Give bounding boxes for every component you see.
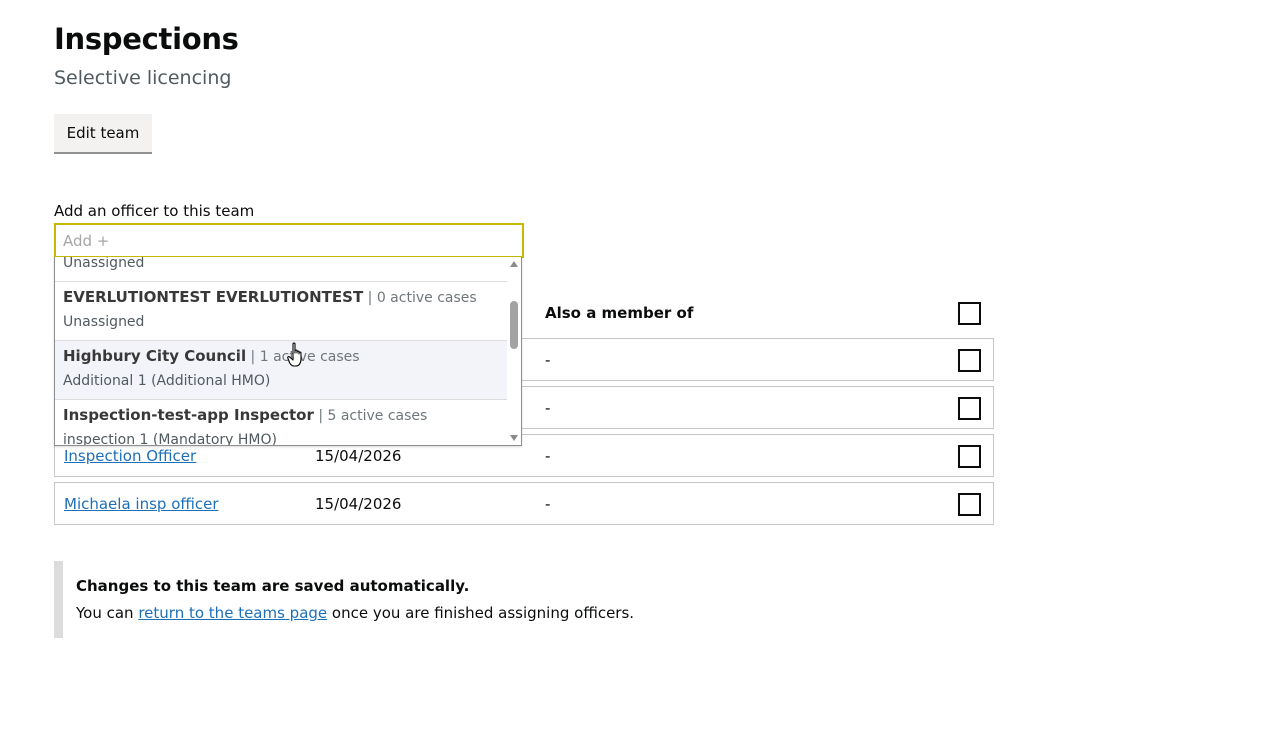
option-team: Additional 1 (Additional HMO) (63, 373, 271, 389)
edit-team-button[interactable]: Edit team (54, 114, 152, 152)
table-row: Michaela insp officer 15/04/2026 - (54, 482, 994, 525)
option-title: Inspection-test-app Inspector | 5 active… (63, 406, 428, 424)
autosave-heading: Changes to this team are saved automatic… (76, 577, 470, 595)
option-team: Unassigned (63, 314, 145, 330)
hand-pointer-icon (287, 342, 302, 367)
option-active-cases: 0 active cases (376, 290, 477, 306)
return-to-teams-link[interactable]: return to the teams page (138, 604, 327, 622)
autosave-notice: Changes to this team are saved automatic… (54, 561, 663, 638)
option-active-cases: 5 active cases (327, 408, 428, 424)
also-member-value: - (545, 399, 551, 417)
dropdown-scrollbar[interactable] (507, 257, 521, 445)
officer-option[interactable]: Inspection-test-app Inspector | 5 active… (55, 400, 507, 446)
option-officer-name: EVERLUTIONTEST EVERLUTIONTEST (63, 288, 364, 306)
officer-option[interactable]: EVERLUTIONTEST EVERLUTIONTEST | 0 active… (55, 282, 507, 341)
option-title: Highbury City Council | 1 active cases (63, 347, 360, 365)
option-title: EVERLUTIONTEST EVERLUTIONTEST | 0 active… (63, 288, 477, 306)
row-checkbox[interactable] (958, 397, 981, 420)
scrollbar-thumb[interactable] (510, 301, 518, 349)
row-checkbox[interactable] (958, 493, 981, 516)
column-header-also-member: Also a member of (545, 304, 694, 322)
row-checkbox[interactable] (958, 349, 981, 372)
scroll-down-arrow-icon[interactable] (510, 435, 518, 441)
also-member-value: - (545, 495, 551, 513)
option-team: inspection 1 (Mandatory HMO) (63, 432, 277, 446)
officer-name-link[interactable]: Inspection Officer (64, 447, 196, 465)
autosave-text: You can return to the teams page once yo… (76, 604, 634, 622)
autosave-text-after: once you are finished assigning officers… (327, 604, 635, 622)
add-officer-input[interactable] (54, 223, 524, 258)
option-team: Unassigned (63, 257, 145, 271)
option-active-cases: 1 active cases (259, 349, 360, 365)
officer-option[interactable]: Highbury City Council | 1 active cases A… (55, 341, 507, 400)
officer-option-partial[interactable]: Unassigned (55, 257, 507, 282)
added-date: 15/04/2026 (315, 495, 402, 513)
scroll-up-arrow-icon[interactable] (510, 261, 518, 267)
select-all-checkbox[interactable] (958, 302, 981, 325)
also-member-value: - (545, 351, 551, 369)
row-checkbox[interactable] (958, 445, 981, 468)
also-member-value: - (545, 447, 551, 465)
page-subtitle: Selective licencing (54, 67, 232, 89)
added-date: 15/04/2026 (315, 447, 402, 465)
option-officer-name: Inspection-test-app Inspector (63, 406, 314, 424)
option-officer-name: Highbury City Council (63, 347, 247, 365)
officer-name-link[interactable]: Michaela insp officer (64, 495, 219, 513)
autosave-text-before: You can (76, 604, 139, 622)
page-title: Inspections (54, 22, 239, 56)
add-officer-label: Add an officer to this team (54, 202, 255, 220)
